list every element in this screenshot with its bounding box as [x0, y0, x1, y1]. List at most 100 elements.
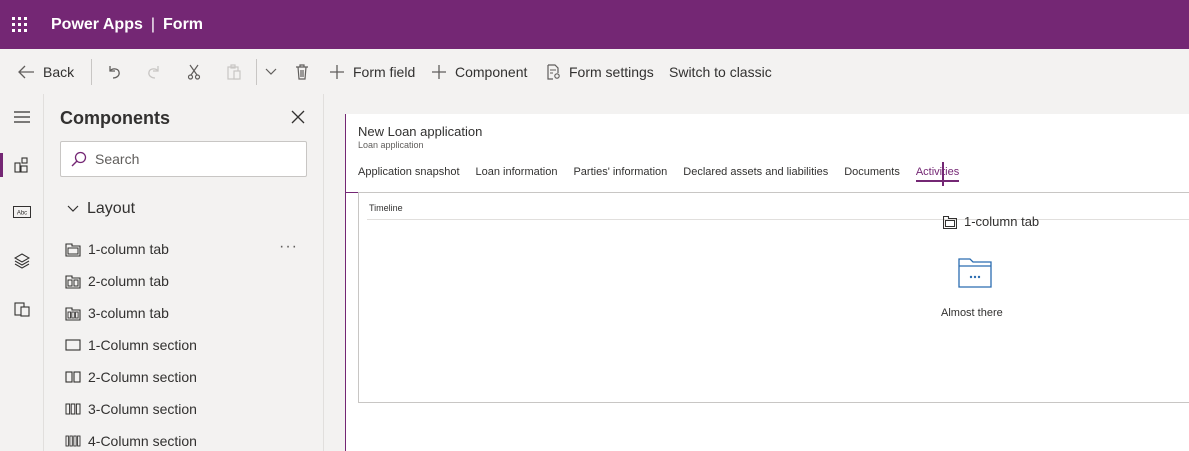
svg-text:Abc: Abc: [17, 211, 27, 217]
chevron-down-icon: [67, 205, 79, 212]
search-icon: [71, 151, 87, 167]
two-column-tab-icon: [65, 273, 81, 289]
layout-group-toggle[interactable]: Layout: [67, 200, 135, 218]
undo-icon: [109, 65, 120, 79]
hamburger-icon: [14, 111, 30, 123]
search-placeholder: Search: [95, 151, 140, 167]
paste-options-dropdown[interactable]: [265, 49, 295, 94]
rail-tree-view-button[interactable]: [0, 244, 44, 278]
search-input[interactable]: Search: [60, 141, 307, 177]
undo-button[interactable]: [106, 49, 132, 94]
back-label: Back: [43, 63, 75, 80]
delete-button[interactable]: [295, 49, 329, 94]
layout-group-label: Layout: [87, 200, 136, 217]
tab-application-snapshot[interactable]: Application snapshot: [358, 166, 460, 182]
component-item[interactable]: 2-column tab: [65, 269, 169, 293]
component-item[interactable]: 3-column tab: [65, 301, 169, 325]
form-field-label: Form field: [353, 63, 416, 80]
form-field-button[interactable]: Form field: [329, 49, 431, 94]
component-item[interactable]: 3-Column section: [65, 397, 197, 421]
rail-form-libraries-button[interactable]: [0, 292, 44, 326]
waffle-icon: [11, 17, 27, 32]
page-name: Form: [163, 15, 204, 33]
component-item-label: 3-Column section: [88, 401, 197, 417]
tab-parties-information[interactable]: Parties' information: [573, 166, 667, 182]
drop-insertion-indicator: [942, 162, 944, 186]
component-button[interactable]: Component: [431, 49, 545, 94]
tab-activities[interactable]: Activities: [915, 166, 960, 182]
toolbar-divider: [91, 58, 92, 85]
switch-to-classic-label: Switch to classic: [669, 63, 772, 80]
component-item[interactable]: 1-column tab: [65, 237, 169, 261]
rail-menu-button[interactable]: [0, 100, 44, 134]
redo-icon: [148, 65, 159, 79]
one-column-tab-icon: [65, 241, 81, 257]
component-item-label: 2-Column section: [88, 369, 197, 385]
app-launcher-button[interactable]: [0, 0, 38, 49]
form-tabs: Application snapshot Loan information Pa…: [358, 166, 975, 182]
rail-fields-button[interactable]: Abc: [0, 195, 44, 229]
form-title: New Loan application: [358, 124, 483, 139]
add-icon: [330, 64, 344, 79]
component-item-label: 1-column tab: [88, 241, 169, 257]
section-divider: [367, 219, 1189, 220]
component-item-label: 3-column tab: [88, 305, 169, 321]
cut-icon: [187, 64, 201, 80]
close-icon: [291, 110, 305, 124]
cut-button[interactable]: [186, 49, 226, 94]
form-settings-label: Form settings: [569, 63, 654, 80]
chevron-down-icon: [265, 68, 277, 75]
components-panel: Components Search Layout 1-column tab ··…: [45, 94, 324, 451]
title-separator: |: [150, 15, 156, 33]
tab-documents[interactable]: Documents: [844, 166, 900, 182]
component-item[interactable]: 1-Column section: [65, 333, 197, 357]
three-column-tab-icon: [65, 305, 81, 321]
tab-declared-assets[interactable]: Declared assets and liabilities: [683, 166, 828, 182]
one-column-tab-icon: [943, 215, 957, 229]
component-item[interactable]: 4-Column section: [65, 429, 197, 451]
back-button[interactable]: Back: [17, 49, 83, 94]
redo-button[interactable]: [146, 49, 186, 94]
app-header: Power Apps | Form: [0, 0, 1189, 49]
timeline-section[interactable]: Timeline Almost there: [358, 192, 1189, 403]
component-item-label: 4-Column section: [88, 433, 197, 449]
paste-button[interactable]: [226, 49, 254, 94]
add-icon: [432, 64, 446, 79]
form-subtitle: Loan application: [358, 140, 424, 150]
folder-icon: [958, 255, 992, 294]
component-item-label: 2-column tab: [88, 273, 169, 289]
form-settings-button[interactable]: Form settings: [545, 49, 669, 94]
rail-components-button[interactable]: [0, 148, 44, 182]
left-rail: Abc: [0, 94, 44, 451]
component-item-label: 1-Column section: [88, 337, 197, 353]
close-panel-button[interactable]: [289, 108, 307, 126]
one-column-section-icon: [65, 337, 81, 353]
component-label: Component: [455, 63, 528, 80]
paste-icon: [227, 63, 241, 80]
toolbar-divider: [256, 58, 257, 85]
tab-loan-information[interactable]: Loan information: [476, 166, 558, 182]
back-arrow-icon: [18, 65, 34, 78]
form-library-icon: [14, 302, 30, 317]
text-field-icon: Abc: [13, 206, 31, 218]
four-column-section-icon: [65, 433, 81, 449]
two-column-section-icon: [65, 369, 81, 385]
app-name: Power Apps: [51, 15, 143, 33]
drag-preview-label: 1-column tab: [964, 214, 1040, 229]
form-preview: New Loan application Loan application Ap…: [345, 114, 1189, 451]
switch-to-classic-button[interactable]: Switch to classic: [669, 49, 772, 94]
form-canvas: New Loan application Loan application Ap…: [325, 94, 1189, 451]
command-bar: Back Form field Component Form settings …: [0, 49, 1189, 94]
more-options-button[interactable]: ···: [279, 238, 298, 256]
delete-icon: [296, 63, 308, 80]
components-icon: [14, 157, 28, 173]
layers-icon: [14, 253, 30, 269]
three-column-section-icon: [65, 401, 81, 417]
component-item[interactable]: 2-Column section: [65, 365, 197, 389]
drag-preview: 1-column tab: [943, 214, 1039, 229]
panel-title: Components: [60, 108, 170, 128]
app-title: Power Apps | Form: [51, 16, 203, 34]
empty-state-text: Almost there: [941, 307, 1003, 319]
form-settings-icon: [547, 63, 560, 80]
section-label: Timeline: [369, 203, 403, 213]
